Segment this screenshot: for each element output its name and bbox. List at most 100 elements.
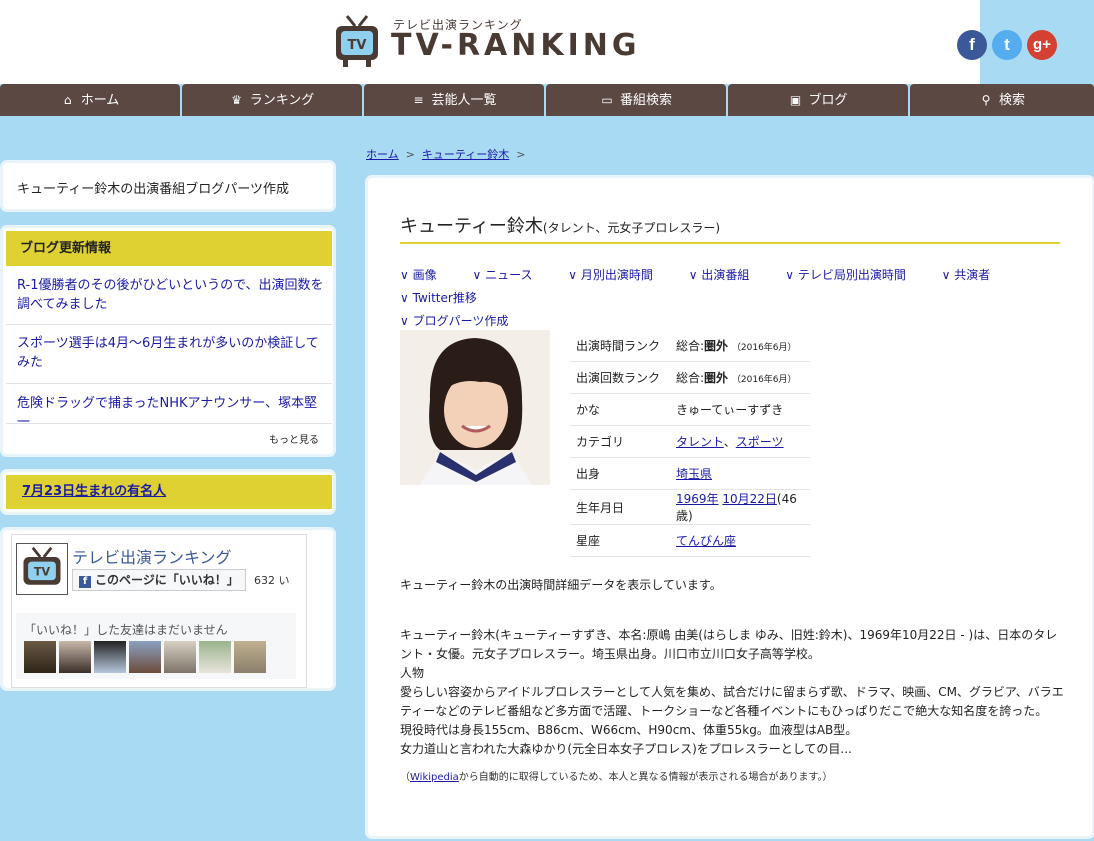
row-key: 出身	[570, 457, 670, 490]
divider	[6, 383, 332, 384]
tab-costars[interactable]: ∨ 共演者	[942, 268, 1007, 282]
desc-paragraph: キューティー鈴木(キューティーすずき、本名:原嶋 由美(はらしま ゆみ、旧姓:鈴…	[400, 628, 1058, 661]
nav-label: 芸能人一覧	[431, 93, 497, 108]
row-key: かな	[570, 393, 670, 426]
birthday-panel: 7月23日生まれの有名人	[3, 472, 333, 512]
tab-label: Twitter推移	[412, 291, 477, 305]
tab-programs[interactable]: ∨ 出演番組	[689, 268, 766, 282]
breadcrumb-home[interactable]: ホーム	[366, 148, 399, 161]
nav-search[interactable]: ⚲ 検索	[910, 84, 1094, 116]
birth-day-link[interactable]: 10月22日	[722, 492, 777, 506]
blog-updates-heading: ブログ更新情報	[6, 231, 332, 266]
page-title: キューティー鈴木(タレント、元女子プロレスラー)	[400, 212, 720, 238]
tab-label: ブログパーツ作成	[412, 314, 509, 328]
row-value: 埼玉県	[670, 457, 810, 490]
tv-icon: TV	[336, 15, 378, 67]
nav-home[interactable]: ⌂ ホーム	[0, 84, 180, 116]
facebook-icon: f	[79, 576, 91, 588]
googleplus-icon[interactable]: g+	[1027, 30, 1057, 60]
desc-paragraph: 愛らしい容姿からアイドルプロレスラーとして人気を集め、試合だけに留まらず歌、ドラ…	[400, 685, 1064, 718]
divider	[6, 324, 332, 325]
nav-ranking[interactable]: ♛ ランキング	[182, 84, 362, 116]
twitter-icon[interactable]: t	[992, 30, 1022, 60]
tab-twitter[interactable]: ∨ Twitter推移	[400, 291, 493, 305]
table-row: 出演回数ランク 総合:圏外 （2016年6月）	[570, 361, 810, 394]
svg-text:TV: TV	[34, 565, 51, 578]
row-value: てんびん座	[670, 524, 810, 557]
page-avatar[interactable]: TV	[16, 543, 68, 595]
wikipedia-link[interactable]: Wikipedia	[410, 772, 459, 783]
blog-updates-panel: ブログ更新情報 R-1優勝者のその後がひどいというので、出演回数を調べてみました…	[3, 228, 333, 454]
friend-avatar[interactable]	[59, 641, 91, 673]
title-underline	[400, 242, 1060, 244]
facebook-icon[interactable]: f	[957, 30, 987, 60]
row-value: 総合:圏外 （2016年6月）	[670, 330, 810, 362]
note-text: から自動的に取得しているため、本人と異なる情報が表示される場合があります。）	[458, 772, 833, 783]
table-row: 星座 てんびん座	[570, 524, 810, 557]
picture-icon: ▣	[789, 93, 802, 107]
friend-avatar[interactable]	[129, 641, 161, 673]
blog-item[interactable]: R-1優勝者のその後がひどいというので、出演回数を調べてみました	[17, 276, 327, 314]
blogparts-panel[interactable]: キューティー鈴木の出演番組ブログパーツ作成	[3, 163, 333, 209]
nav-label: ランキング	[249, 93, 315, 108]
friend-avatar[interactable]	[234, 641, 266, 673]
row-value: きゅーてぃーすずき	[670, 393, 810, 426]
more-link[interactable]: もっと見る	[269, 431, 319, 446]
breadcrumb: ホーム > キューティー鈴木 >	[366, 146, 525, 162]
friend-avatar[interactable]	[199, 641, 231, 673]
tab-label: 月別出演時間	[580, 268, 653, 282]
person-name: キューティー鈴木	[400, 216, 543, 237]
table-row: カテゴリ タレント、スポーツ	[570, 425, 810, 458]
profile-tabs: ∨ 画像 ∨ ニュース ∨ 月別出演時間 ∨ 出演番組 ∨ テレビ局別出演時間 …	[400, 264, 1050, 333]
desc-paragraph: 人物	[400, 666, 425, 680]
nav-program-search[interactable]: ▭ 番組検索	[546, 84, 726, 116]
rank-period: （2016年6月）	[731, 375, 797, 385]
tab-images[interactable]: ∨ 画像	[400, 268, 453, 282]
nav-celebrity-list[interactable]: ≡ 芸能人一覧	[364, 84, 544, 116]
list-icon: ≡	[413, 93, 424, 107]
rank-prefix: 総合:	[676, 339, 705, 353]
fb-like-button[interactable]: f このページに「いいね！」	[72, 569, 246, 591]
friend-avatar[interactable]	[24, 641, 56, 673]
fb-friends-box: 「いいね！」した友達はまだいません	[16, 613, 296, 679]
tab-label: テレビ局別出演時間	[797, 268, 906, 282]
search-icon: ⚲	[981, 93, 991, 107]
tab-blogparts[interactable]: ∨ ブログパーツ作成	[400, 314, 524, 328]
blog-item[interactable]: 危険ドラッグで捕まったNHKアナウンサー、塚本堅一	[17, 394, 327, 432]
row-key: 出演時間ランク	[570, 330, 670, 362]
breadcrumb-sep: >	[516, 148, 526, 161]
nav-label: ホーム	[80, 93, 120, 108]
birthday-link[interactable]: 7月23日生まれの有名人	[6, 475, 332, 509]
breadcrumb-sep: >	[405, 148, 415, 161]
person-subtitle: (タレント、元女子プロレスラー)	[542, 221, 721, 235]
blog-item[interactable]: スポーツ選手は4月～6月生まれが多いのか検証してみた	[17, 334, 327, 372]
desc-paragraph: 現役時代は身長155cm、B86cm、W66cm、H90cm、体重55kg。血液…	[400, 723, 858, 737]
row-value: 1969年 10月22日(46歳)	[670, 489, 810, 525]
nav-blog[interactable]: ▣ ブログ	[728, 84, 908, 116]
divider	[6, 423, 332, 424]
category-link[interactable]: タレント	[676, 435, 724, 449]
row-value: タレント、スポーツ	[670, 425, 810, 458]
crown-icon: ♛	[231, 93, 243, 107]
facebook-widget: TV テレビ出演ランキング f このページに「いいね！」 632 い 「いいね！」…	[11, 534, 307, 688]
row-key: 出演回数ランク	[570, 361, 670, 394]
separator: 、	[723, 435, 736, 449]
category-link[interactable]: スポーツ	[736, 435, 784, 449]
tab-station-time[interactable]: ∨ テレビ局別出演時間	[785, 268, 922, 282]
tab-label: 出演番組	[701, 268, 750, 282]
site-logo[interactable]: TV テレビ出演ランキング TV-RANKING	[333, 10, 653, 70]
friend-avatar[interactable]	[94, 641, 126, 673]
table-row: 出身 埼玉県	[570, 457, 810, 490]
breadcrumb-current[interactable]: キューティー鈴木	[422, 148, 509, 161]
fb-page-title[interactable]: テレビ出演ランキング	[72, 544, 232, 568]
svg-text:TV: TV	[348, 38, 367, 53]
tab-monthly-time[interactable]: ∨ 月別出演時間	[568, 268, 669, 282]
friend-avatar[interactable]	[164, 641, 196, 673]
tab-news[interactable]: ∨ ニュース	[472, 268, 548, 282]
tv-icon: TV	[23, 546, 61, 585]
row-key: 星座	[570, 524, 670, 557]
origin-link[interactable]: 埼玉県	[676, 467, 712, 481]
zodiac-link[interactable]: てんびん座	[676, 534, 736, 548]
birth-year-link[interactable]: 1969年	[676, 492, 719, 506]
row-key: カテゴリ	[570, 425, 670, 458]
